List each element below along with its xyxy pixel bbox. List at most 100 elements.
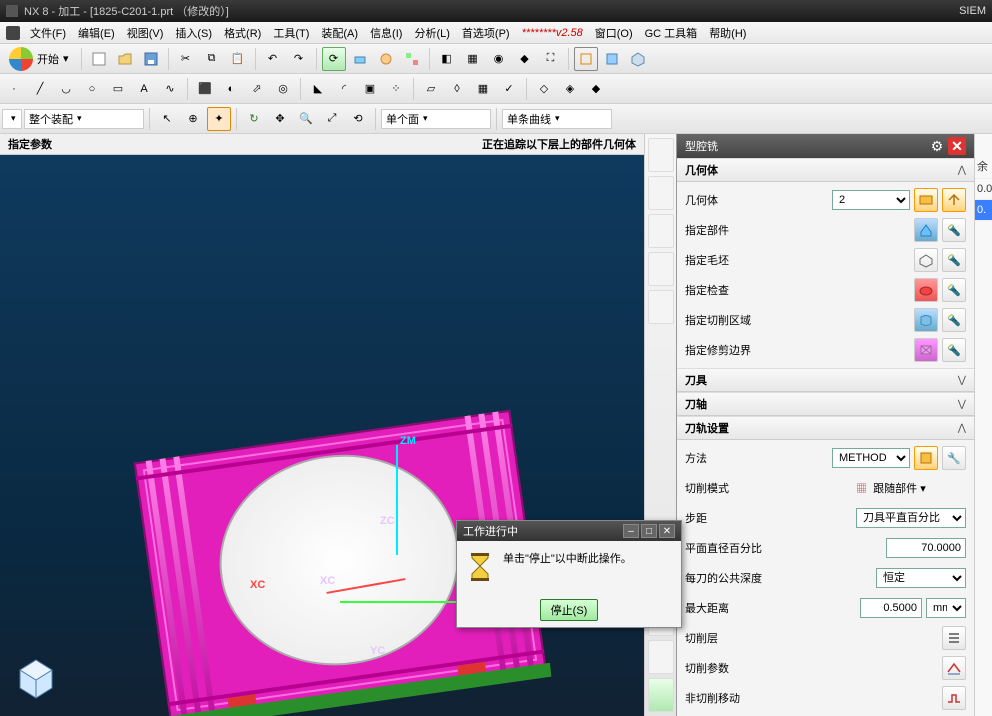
part-button[interactable] <box>374 47 398 71</box>
spec-blank-button[interactable] <box>914 248 938 272</box>
section-path-head[interactable]: 刀轨设置 ⋀ <box>677 416 974 440</box>
box1-button[interactable] <box>574 47 598 71</box>
rs-btn-3[interactable] <box>648 214 674 248</box>
spline-button[interactable]: ∿ <box>158 77 182 101</box>
menu-help[interactable]: 帮助(H) <box>703 23 752 43</box>
menu-preferences[interactable]: 首选项(P) <box>456 23 516 43</box>
surf-button[interactable]: ◊ <box>445 77 469 101</box>
snap-button[interactable]: ⊕ <box>181 107 205 131</box>
cut-button[interactable]: ✂ <box>174 47 198 71</box>
sel2-button[interactable]: ◈ <box>558 77 582 101</box>
menu-gc[interactable]: GC 工具箱 <box>639 23 704 43</box>
text-button[interactable]: A <box>132 77 156 101</box>
spec-cutarea-display-button[interactable]: 🔦 <box>942 308 966 332</box>
pan-button[interactable]: ✥ <box>268 107 292 131</box>
circle-button[interactable]: ○ <box>80 77 104 101</box>
rect-button[interactable]: ▭ <box>106 77 130 101</box>
box3-button[interactable] <box>626 47 650 71</box>
view-cube-icon[interactable] <box>16 656 56 700</box>
maxdist-unit-select[interactable]: mm <box>926 598 966 618</box>
dialog-maximize-button[interactable]: □ <box>641 524 657 538</box>
cutlevel-button[interactable] <box>942 626 966 650</box>
method-select[interactable]: METHOD <box>832 448 910 468</box>
chamfer-button[interactable]: ◣ <box>306 77 330 101</box>
save-button[interactable] <box>139 47 163 71</box>
spec-blank-display-button[interactable]: 🔦 <box>942 248 966 272</box>
menu-information[interactable]: 信息(I) <box>364 23 408 43</box>
box2-button[interactable] <box>600 47 624 71</box>
spec-trim-display-button[interactable]: 🔦 <box>942 338 966 362</box>
scale-button[interactable]: ⤢ <box>320 107 344 131</box>
mesh-button[interactable]: ▦ <box>471 77 495 101</box>
wire-button[interactable]: ▦ <box>461 47 485 71</box>
menu-window[interactable]: 窗口(O) <box>589 23 639 43</box>
stop-button[interactable]: 停止(S) <box>540 599 599 621</box>
line-button[interactable]: ╱ <box>28 77 52 101</box>
sweep-button[interactable]: ⬀ <box>245 77 269 101</box>
noncut-button[interactable] <box>942 686 966 710</box>
far-right-val2[interactable]: 0. <box>975 200 992 221</box>
rs-btn-5[interactable] <box>648 290 674 324</box>
sel1-button[interactable]: ◇ <box>532 77 556 101</box>
spec-cutarea-button[interactable] <box>914 308 938 332</box>
section-axis-head[interactable]: 刀轴 ⋁ <box>677 392 974 416</box>
spec-check-button[interactable] <box>914 278 938 302</box>
spec-trim-button[interactable] <box>914 338 938 362</box>
redo-button[interactable]: ↷ <box>287 47 311 71</box>
filter-type[interactable]: ▾ <box>2 109 22 129</box>
pct-input[interactable] <box>886 538 966 558</box>
menu-view[interactable]: 视图(V) <box>121 23 170 43</box>
cutmode-select[interactable]: ▦ 跟随部件 ▾ <box>856 480 966 496</box>
menu-assemblies[interactable]: 装配(A) <box>315 23 364 43</box>
zoom-button[interactable]: 🔍 <box>294 107 318 131</box>
viewport-3d[interactable]: ZM YM XC ZC YC XC <box>0 155 644 716</box>
shade-button[interactable]: ◧ <box>435 47 459 71</box>
filter-curve[interactable]: 单条曲线▾ <box>502 109 612 129</box>
refresh-button[interactable]: ⟳ <box>322 47 346 71</box>
geometry-select[interactable]: 2 <box>832 190 910 210</box>
dialog-close-button[interactable]: ✕ <box>659 524 675 538</box>
rs-btn-8[interactable] <box>648 640 674 674</box>
fillet-button[interactable]: ◜ <box>332 77 356 101</box>
hole-button[interactable]: ◎ <box>271 77 295 101</box>
spec-check-display-button[interactable]: 🔦 <box>942 278 966 302</box>
iso-button[interactable]: ◆ <box>513 47 537 71</box>
spec-part-display-button[interactable]: 🔦 <box>942 218 966 242</box>
extrude-button[interactable]: ⬛ <box>193 77 217 101</box>
dialog-titlebar[interactable]: 工作进行中 – □ ✕ <box>457 521 681 541</box>
undo-button[interactable]: ↶ <box>261 47 285 71</box>
panel-close-button[interactable]: ✕ <box>948 137 966 155</box>
menu-insert[interactable]: 插入(S) <box>169 23 218 43</box>
menu-analysis[interactable]: 分析(L) <box>408 23 455 43</box>
paste-button[interactable]: 📋 <box>226 47 250 71</box>
assembly-button[interactable] <box>400 47 424 71</box>
panel-settings-icon[interactable]: ⚙ <box>928 137 946 155</box>
menu-edit[interactable]: 编辑(E) <box>72 23 121 43</box>
maxdist-input[interactable] <box>860 598 922 618</box>
start-button[interactable]: 开始 ▾ <box>2 44 76 74</box>
sel3-button[interactable]: ◆ <box>584 77 608 101</box>
rs-btn-9[interactable] <box>648 678 674 712</box>
pattern-button[interactable]: ⁘ <box>384 77 408 101</box>
snap2-button[interactable]: ✦ <box>207 107 231 131</box>
arc-button[interactable]: ◡ <box>54 77 78 101</box>
menu-tools[interactable]: 工具(T) <box>267 23 315 43</box>
rs-btn-2[interactable] <box>648 176 674 210</box>
point-button[interactable]: · <box>2 77 26 101</box>
open-button[interactable] <box>113 47 137 71</box>
fit-button[interactable]: ⛶ <box>539 47 563 71</box>
cutparam-button[interactable] <box>942 656 966 680</box>
spec-part-button[interactable] <box>914 218 938 242</box>
filter-assembly[interactable]: 整个装配▾ <box>24 109 144 129</box>
sheet-button[interactable]: ▱ <box>419 77 443 101</box>
method-info-button[interactable]: 🔧 <box>942 446 966 470</box>
render-button[interactable]: ◉ <box>487 47 511 71</box>
shell-button[interactable]: ▣ <box>358 77 382 101</box>
geometry-info-button[interactable] <box>942 188 966 212</box>
dialog-minimize-button[interactable]: – <box>623 524 639 538</box>
menu-format[interactable]: 格式(R) <box>218 23 267 43</box>
menu-file[interactable]: 文件(F) <box>24 23 72 43</box>
analyze-button[interactable]: ✓ <box>497 77 521 101</box>
section-geometry-head[interactable]: 几何体 ⋀ <box>677 158 974 182</box>
stepover-select[interactable]: 刀具平直百分比 <box>856 508 966 528</box>
